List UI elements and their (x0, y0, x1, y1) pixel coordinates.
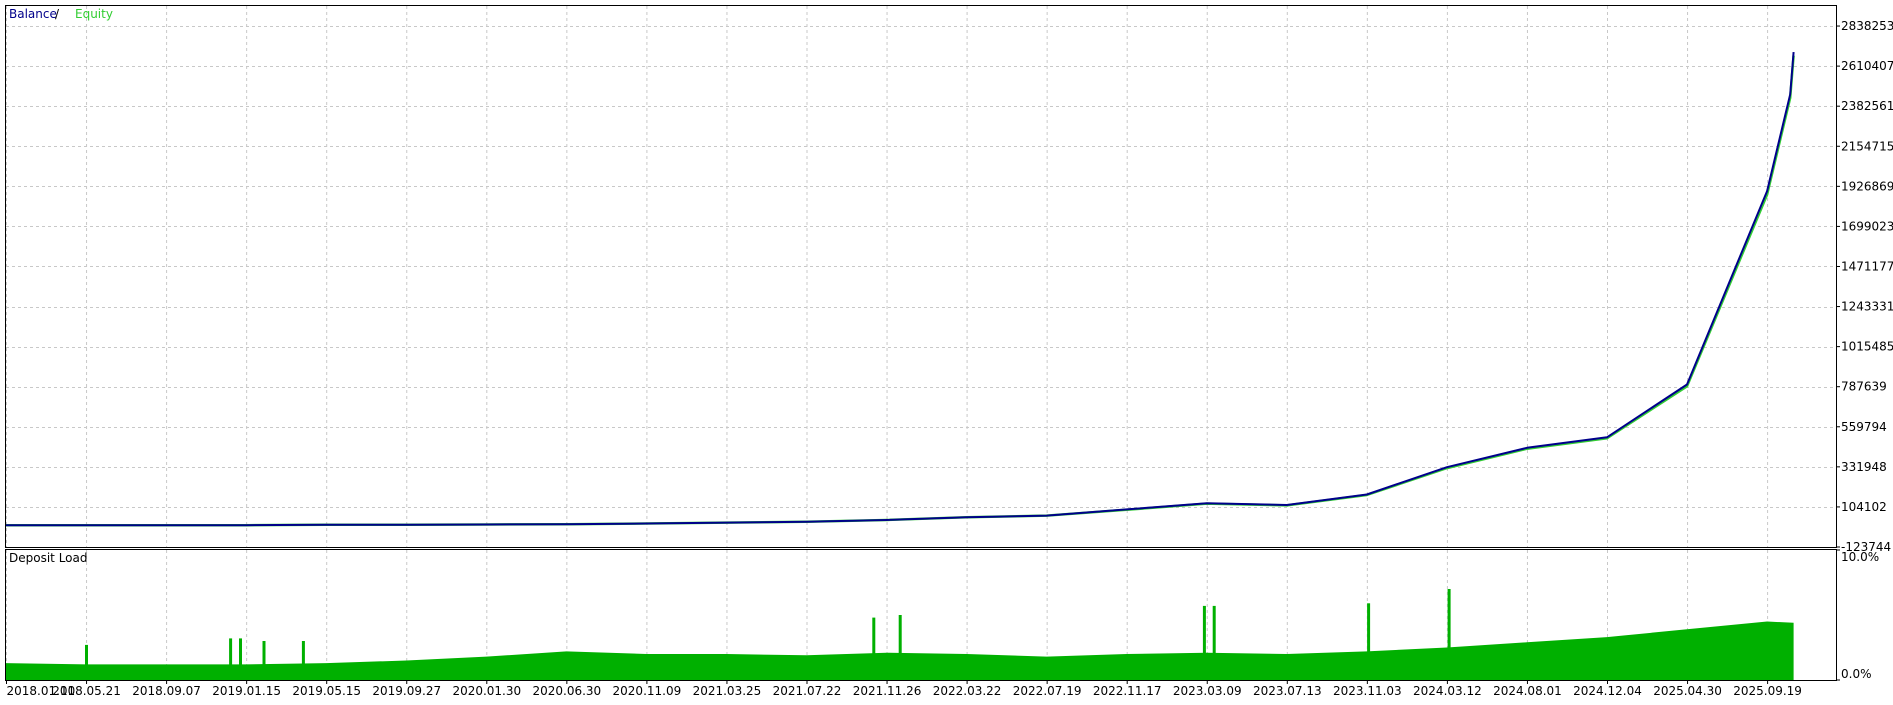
y-tick-label: 2838253 (1841, 19, 1893, 33)
y-tick-label: 2154715 (1841, 139, 1893, 153)
deposit-load-spike (262, 641, 266, 680)
x-tick-label: 2023.07.13 (1253, 684, 1322, 698)
x-tick-label: 2024.12.04 (1573, 684, 1642, 698)
chart-svg: 2838253 2610407 2382561 2154715 1926869 16990… (0, 0, 1893, 701)
deposit-load-spike (85, 644, 88, 680)
y-tick-label: 1699023 (1841, 219, 1893, 233)
deposit-load-spike (301, 641, 305, 680)
deposit-load-spike (1212, 605, 1216, 680)
y-tick-label: 1471177 (1841, 259, 1893, 273)
deposit-load-spike (1367, 603, 1371, 680)
x-tick-label: 2019.09.27 (372, 684, 441, 698)
x-tick-label: 2021.11.26 (853, 684, 922, 698)
legend-balance-label: Balance (9, 7, 57, 21)
deposit-load-spike (1447, 589, 1451, 680)
y-tick-label: 331948 (1841, 460, 1887, 474)
y-tick-label: 1243331 (1841, 300, 1893, 314)
deposit-load-title: Deposit Load (9, 551, 87, 565)
x-tick-label: 2020.11.09 (613, 684, 682, 698)
x-tick-label: 2020.06.30 (532, 684, 601, 698)
deposit-load-spike (239, 638, 242, 680)
y-tick-label: 559794 (1841, 420, 1887, 434)
y-tick-label: 1926869 (1841, 179, 1893, 193)
y-tick-label: 2610407 (1841, 59, 1893, 73)
y-tick-label: 2382561 (1841, 99, 1893, 113)
legend-equity-label: Equity (75, 7, 113, 21)
deposit-load-spike (898, 615, 902, 680)
load-y-tick-label: 0.0% (1841, 667, 1872, 681)
x-tick-label: 2019.01.15 (212, 684, 281, 698)
deposit-load-spike (872, 617, 876, 680)
x-tick-label: 2021.03.25 (693, 684, 762, 698)
deposit-load-spike (1202, 605, 1206, 680)
x-tick-label: 2022.11.17 (1093, 684, 1162, 698)
x-tick-label: 2018.05.21 (52, 684, 121, 698)
load-y-tick-label: 10.0% (1841, 550, 1879, 564)
x-tick-label: 2019.05.15 (292, 684, 361, 698)
y-tick-label: 1015485 (1841, 340, 1893, 354)
x-tick-label: 2023.03.09 (1173, 684, 1242, 698)
x-tick-label: 2024.03.12 (1413, 684, 1482, 698)
chart-root: 2838253 2610407 2382561 2154715 1926869 16990… (0, 0, 1893, 701)
x-tick-label: 2025.09.19 (1733, 684, 1802, 698)
x-tick-label: 2025.04.30 (1653, 684, 1722, 698)
x-tick-label: 2022.07.19 (1013, 684, 1082, 698)
x-tick-label: 2024.08.01 (1493, 684, 1562, 698)
x-tick-label: 2020.01.30 (452, 684, 521, 698)
x-tick-label: 2022.03.22 (933, 684, 1002, 698)
y-tick-label: 104102 (1841, 500, 1887, 514)
x-tick-label: 2023.11.03 (1333, 684, 1402, 698)
deposit-load-spike (229, 638, 233, 680)
x-tick-label: 2021.07.22 (773, 684, 842, 698)
x-tick-label: 2018.09.07 (132, 684, 201, 698)
y-tick-label: 787639 (1841, 380, 1887, 394)
